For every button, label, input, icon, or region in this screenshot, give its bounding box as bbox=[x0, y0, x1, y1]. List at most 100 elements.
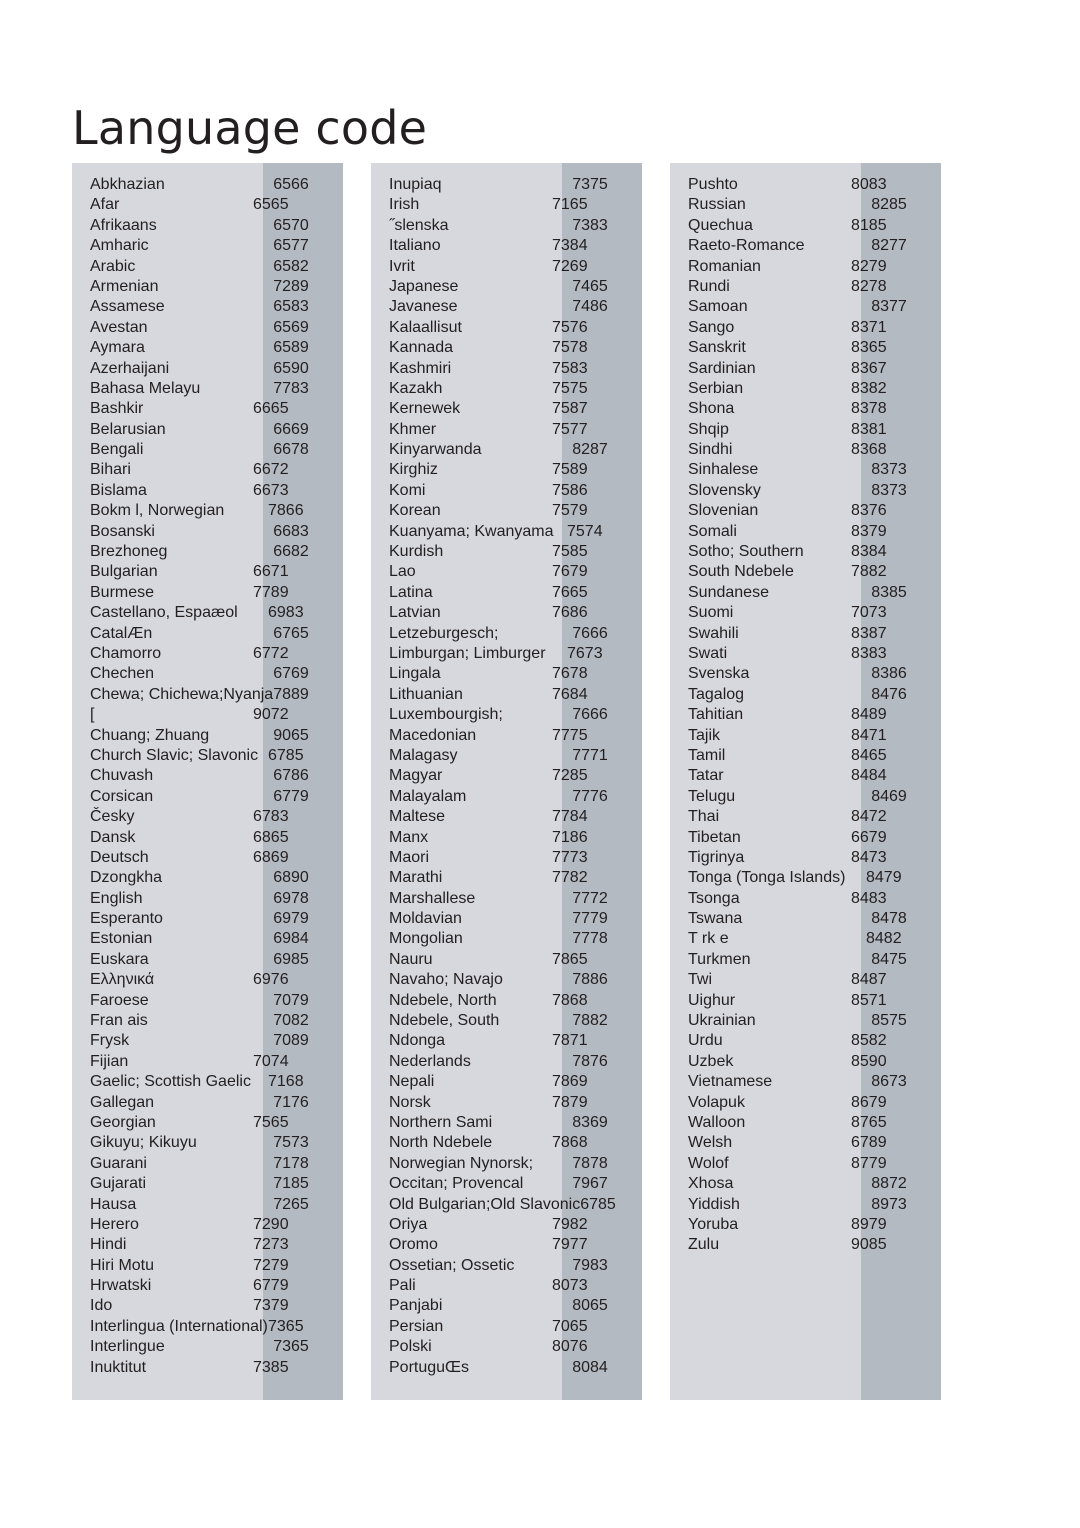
language-code: 7178 bbox=[273, 1154, 309, 1172]
language-name: Vietnamese bbox=[688, 1073, 773, 1091]
table-row: Telugu 8469 bbox=[670, 787, 941, 807]
language-code: 6672 bbox=[253, 461, 289, 479]
table-row: Uzbek 8590 bbox=[670, 1052, 941, 1072]
language-code: 6669 bbox=[273, 420, 309, 438]
language-name: Tamil bbox=[688, 746, 726, 764]
language-code: 7886 bbox=[572, 971, 608, 989]
language-name: Volapuk bbox=[688, 1093, 745, 1111]
language-name: Occitan; Provencal bbox=[389, 1175, 524, 1193]
language-column-1: Abkhazian 6566 Afar 6565 Afrikaans 6570 Amhari… bbox=[72, 163, 343, 1401]
language-name: Bislama bbox=[90, 481, 147, 499]
language-code: 8479 bbox=[866, 869, 902, 887]
table-row: Tagalog 8476 bbox=[670, 685, 941, 705]
language-name: Wolof bbox=[688, 1154, 729, 1172]
language-name: Turkmen bbox=[688, 950, 751, 968]
language-name: Persian bbox=[389, 1317, 444, 1335]
language-code: 8590 bbox=[851, 1052, 887, 1070]
table-row: Tswana 8478 bbox=[670, 909, 941, 929]
table-row: Church Slavic; Slavonic 6785 bbox=[72, 746, 343, 766]
language-code: 7273 bbox=[253, 1236, 289, 1254]
language-name: Malagasy bbox=[389, 746, 458, 764]
table-row: Macedonian 7775 bbox=[371, 726, 642, 746]
language-name: Javanese bbox=[389, 298, 458, 316]
language-code: 6569 bbox=[273, 318, 309, 336]
language-code: 8571 bbox=[851, 991, 887, 1009]
language-name: Kuanyama; Kwanyama bbox=[389, 522, 554, 540]
language-code: 7882 bbox=[851, 563, 887, 581]
language-name: Lithuanian bbox=[389, 685, 463, 703]
table-row: Oromo 7977 bbox=[371, 1235, 642, 1255]
language-name: Gujarati bbox=[90, 1175, 147, 1193]
table-row: Serbian 8382 bbox=[670, 379, 941, 399]
language-code: 6783 bbox=[253, 808, 289, 826]
language-name: Ndebele, North bbox=[389, 991, 497, 1009]
language-code: 6590 bbox=[273, 359, 309, 377]
language-code: 7176 bbox=[273, 1093, 309, 1111]
language-name: Gikuyu; Kikuyu bbox=[90, 1134, 197, 1152]
language-name: Sanskrit bbox=[688, 339, 746, 357]
language-name: Polski bbox=[389, 1338, 432, 1356]
language-code: 7375 bbox=[572, 176, 608, 193]
table-row: Kurdish 7585 bbox=[371, 542, 642, 562]
language-code: 7385 bbox=[253, 1358, 289, 1376]
language-code: 8469 bbox=[871, 787, 907, 805]
language-name: Somali bbox=[688, 522, 737, 540]
language-name: Hindi bbox=[90, 1236, 127, 1254]
language-code: 8471 bbox=[851, 726, 887, 744]
language-name: Bokm l, Norwegian bbox=[90, 502, 225, 520]
language-name: Ido bbox=[90, 1297, 113, 1315]
language-code: 7666 bbox=[572, 706, 608, 724]
language-code: 7776 bbox=[572, 787, 608, 805]
table-row: Kalaallisut 7576 bbox=[371, 318, 642, 338]
table-row: Pushto 8083 bbox=[670, 175, 941, 195]
table-row: Raeto-Romance 8277 bbox=[670, 236, 941, 256]
table-row: Kinyarwanda 8287 bbox=[371, 440, 642, 460]
language-code: 7089 bbox=[273, 1032, 309, 1050]
language-code: 7684 bbox=[552, 685, 588, 703]
language-code: 7882 bbox=[572, 1012, 608, 1030]
language-name: Esperanto bbox=[90, 910, 163, 928]
language-name: Interlingua (International) bbox=[90, 1317, 268, 1335]
language-code: 8278 bbox=[851, 277, 887, 295]
language-name: Telugu bbox=[688, 787, 736, 805]
language-name: Yoruba bbox=[688, 1215, 739, 1233]
table-row: T rk e 8482 bbox=[670, 929, 941, 949]
table-row: Yoruba 8979 bbox=[670, 1215, 941, 1235]
language-code: 6789 bbox=[851, 1134, 887, 1152]
language-code: 6565 bbox=[253, 196, 289, 214]
language-name: Ivrit bbox=[389, 257, 415, 275]
table-row: Faroese 7079 bbox=[72, 991, 343, 1011]
table-row: Javanese 7486 bbox=[371, 297, 642, 317]
table-row: Sardinian 8367 bbox=[670, 359, 941, 379]
language-code: 7778 bbox=[572, 930, 608, 948]
table-row: Letzeburgesch; 7666 bbox=[371, 624, 642, 644]
language-name: Tsonga bbox=[688, 889, 740, 907]
table-row: Kazakh 7575 bbox=[371, 379, 642, 399]
table-row: Ndebele, North 7868 bbox=[371, 991, 642, 1011]
table-row: Bokm l, Norwegian 7866 bbox=[72, 501, 343, 521]
language-name: Bulgarian bbox=[90, 563, 158, 581]
language-code: 8472 bbox=[851, 808, 887, 826]
language-code: 7573 bbox=[273, 1134, 309, 1152]
language-column-2: Inupiaq 7375 Irish 7165 ˝slenska 7383 Italiano… bbox=[371, 163, 642, 1401]
language-code: 6566 bbox=[273, 176, 309, 193]
table-row: Shona 8378 bbox=[670, 399, 941, 419]
language-code: 7079 bbox=[273, 991, 309, 1009]
table-row: Tatar 8484 bbox=[670, 766, 941, 786]
language-code: 7686 bbox=[552, 604, 588, 622]
language-name: Bosanski bbox=[90, 522, 155, 540]
language-code: 7977 bbox=[552, 1236, 588, 1254]
language-code: 6570 bbox=[273, 216, 309, 234]
language-code: 8979 bbox=[851, 1215, 887, 1233]
table-row: Marshallese 7772 bbox=[371, 889, 642, 909]
language-code: 7983 bbox=[572, 1256, 608, 1274]
language-name: Kernewek bbox=[389, 400, 461, 418]
language-name: Tajik bbox=[688, 726, 721, 744]
table-row: Tamil 8465 bbox=[670, 746, 941, 766]
language-code: 8673 bbox=[871, 1073, 907, 1091]
language-name: Northern Sami bbox=[389, 1113, 493, 1131]
language-name: Panjabi bbox=[389, 1297, 443, 1315]
table-row: Moldavian 7779 bbox=[371, 909, 642, 929]
language-code: 6779 bbox=[273, 787, 309, 805]
table-row: Northern Sami 8369 bbox=[371, 1113, 642, 1133]
